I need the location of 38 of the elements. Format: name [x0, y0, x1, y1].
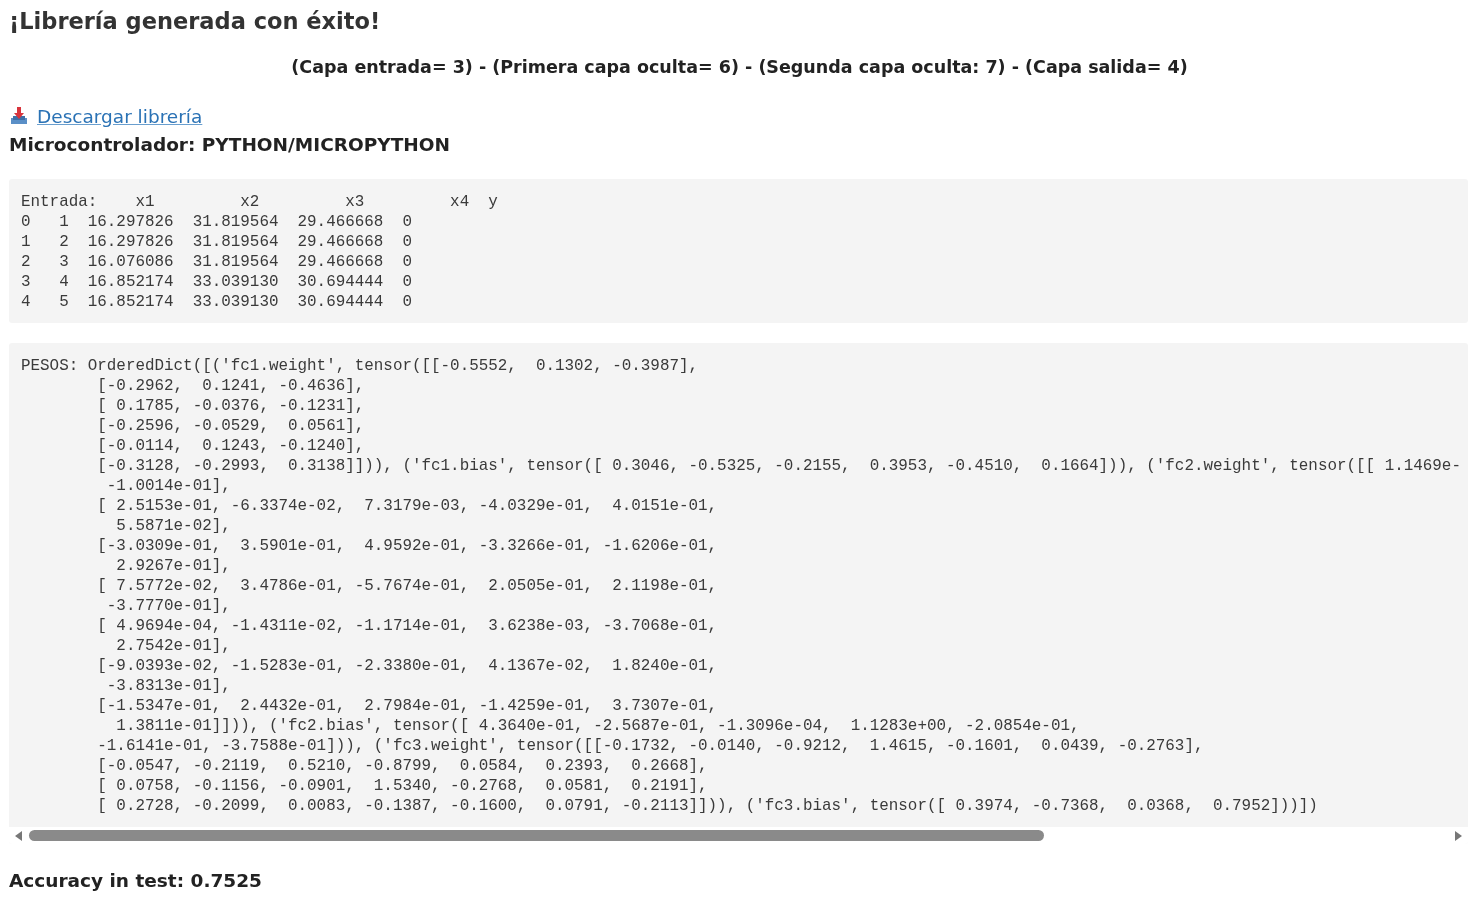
code-line: -3.7770e-01],: [105, 596, 231, 616]
download-icon: [9, 106, 29, 126]
scroll-left-icon[interactable]: [15, 830, 23, 841]
code-line: 5.5871e-02],: [115, 516, 231, 536]
code-line: 1.3811e-01]])), ('fc2.bias', tensor([ 4.3640e-01, -2.5687e-01, -1.3096e-04, 1.1283e+00, -2.0854e-01,: [115, 716, 1080, 736]
code-line: [-0.0114, 0.1243, -0.1240],: [96, 436, 365, 456]
code-line: [-0.0547, -0.2119, 0.5210, -0.8799, 0.0584, 0.2393, 0.2668],: [96, 756, 708, 776]
code-line: [ 0.0758, -0.1156, -0.0901, 1.5340, -0.2768, 0.0581, 0.2191],: [96, 776, 708, 796]
code-line: 4 5 16.852174 33.039130 30.694444 0: [21, 292, 412, 312]
code-line: [ 0.1785, -0.0376, -0.1231],: [96, 396, 365, 416]
code-line: [ 2.5153e-01, -6.3374e-02, 7.3179e-03, -4.0329e-01, 4.0151e-01,: [96, 496, 718, 516]
scrollbar-thumb[interactable]: [29, 830, 1044, 841]
code-line: 3 4 16.852174 33.039130 30.694444 0: [21, 272, 412, 292]
scroll-right-icon[interactable]: [1454, 830, 1462, 841]
code-line: 2 3 16.076086 31.819564 29.466668 0: [21, 252, 412, 272]
code-line: [-0.2962, 0.1241, -0.4636],: [96, 376, 365, 396]
download-link[interactable]: Descargar librería: [9, 105, 203, 127]
code-line: [ 0.2728, -0.2099, 0.0083, -0.1387, -0.1600, 0.0791, -0.2113]])), ('fc3.bias', tensor([ 0.3974, -0.7368, 0.0368, 0.7952]))]): [96, 796, 1318, 816]
code-line: [-0.2596, -0.0529, 0.0561],: [96, 416, 365, 436]
microcontroller-label: Microcontrolador: PYTHON/MICROPYTHON: [9, 133, 451, 157]
code-line: [-0.3128, -0.2993, 0.3138]])), ('fc1.bias', tensor([ 0.3046, -0.5325, -0.2155, 0.3953, -0.4510, 0.1664])), ('fc2.weight', tensor([[ 1.1469e-: [96, 456, 1461, 476]
code-line: [-9.0393e-02, -1.5283e-01, -2.3380e-01, 4.1367e-02, 1.8240e-01,: [96, 656, 718, 676]
code-line: -1.6141e-01, -3.7588e-01])), ('fc3.weight', tensor([[-0.1732, -0.0140, -0.9212, 1.4615, -0.1601, 0.0439, -0.2763],: [96, 736, 1204, 756]
code-line: 2.9267e-01],: [115, 556, 231, 576]
layer-summary: (Capa entrada= 3) - (Primera capa oculta= 6) - (Segunda capa oculta: 7) - (Capa salida= 4): [290, 56, 1189, 79]
code-line: [ 7.5772e-02, 3.4786e-01, -5.7674e-01, 2.0505e-01, 2.1198e-01,: [96, 576, 718, 596]
code-line: -3.8313e-01],: [105, 676, 231, 696]
code-line: [-1.5347e-01, 2.4432e-01, 2.7984e-01, -1.4259e-01, 3.7307e-01,: [96, 696, 718, 716]
accuracy-label: Accuracy in test: 0.7525: [9, 870, 263, 891]
code-line: Entrada: x1 x2 x3 x4 y: [21, 192, 498, 212]
code-line: [ 4.9694e-04, -1.4311e-02, -1.1714e-01, 3.6238e-03, -3.7068e-01,: [96, 616, 718, 636]
code-line: [-3.0309e-01, 3.5901e-01, 4.9592e-01, -3.3266e-01, -1.6206e-01,: [96, 536, 718, 556]
code-line: 1 2 16.297826 31.819564 29.466668 0: [21, 232, 412, 252]
page-title: ¡Librería generada con éxito!: [9, 7, 382, 36]
code-line: PESOS: OrderedDict([('fc1.weight', tensor([[-0.5552, 0.1302, -0.3987],: [21, 356, 699, 376]
code-line: 0 1 16.297826 31.819564 29.466668 0: [21, 212, 412, 232]
code-line: -1.0014e-01],: [105, 476, 231, 496]
code-line: 2.7542e-01],: [115, 636, 231, 656]
